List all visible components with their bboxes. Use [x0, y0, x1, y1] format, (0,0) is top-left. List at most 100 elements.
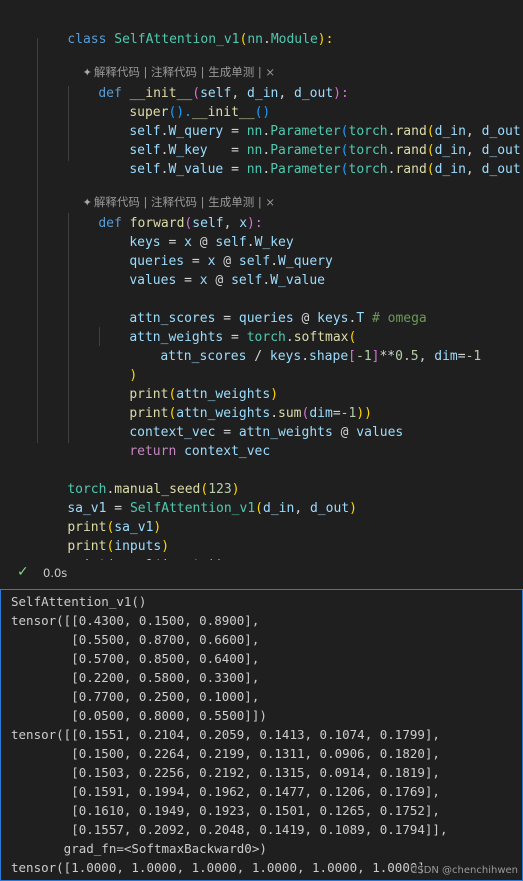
token: torch — [348, 162, 388, 177]
token: ): — [317, 32, 334, 47]
output-line: [0.7700, 0.2500, 0.1000], — [11, 689, 260, 704]
token: -1 — [465, 349, 482, 364]
token: 0.5 — [395, 349, 419, 364]
token: d_out — [294, 86, 334, 101]
token: = — [176, 273, 200, 288]
codelens-bar: ✦ 解释代码 | 注释代码 | 生成单测 | × — [68, 177, 275, 209]
token: # omega — [371, 311, 427, 326]
token: context_vec — [184, 444, 271, 459]
output-line: SelfAttention_v1() — [11, 594, 147, 609]
output-line: grad_fn=<SoftmaxBackward0>) — [11, 841, 267, 856]
code-line-w-value[interactable]: self.W_value = nn.Parameter(torch.rand(d… — [98, 141, 523, 177]
token: d_out — [481, 162, 521, 177]
token: = — [223, 162, 247, 177]
token: keys — [269, 349, 302, 364]
token: values — [129, 273, 177, 288]
token: . — [301, 349, 310, 364]
output-line: [0.1610, 0.1949, 0.1923, 0.1501, 0.1265,… — [11, 803, 440, 818]
code-line-attn-weights[interactable]: attn_weights = torch.softmax( — [98, 309, 356, 345]
token: @ — [332, 425, 357, 440]
token: self — [129, 162, 161, 177]
token: . — [263, 32, 271, 47]
code-line-class-def[interactable]: class SelfAttention_v1(nn.Module): — [36, 11, 333, 47]
cell-status-bar: ✓ 0.0s — [0, 560, 523, 588]
token: values — [356, 425, 404, 440]
code-editor[interactable]: class SelfAttention_v1(nn.Module): ✦ 解释代码… — [0, 0, 523, 573]
code-line-context[interactable]: context_vec = attn_weights @ values — [98, 404, 403, 440]
code-line-forward-def[interactable]: def forward(self, x): — [67, 195, 262, 231]
token: SelfAttention_v1 — [114, 32, 240, 47]
token: = — [457, 349, 466, 364]
token: Parameter — [270, 162, 341, 177]
token: -1 — [356, 349, 372, 364]
output-line: [0.0500, 0.8000, 0.5500]]) — [11, 708, 267, 723]
token: nn — [247, 32, 263, 47]
token: return — [129, 444, 185, 459]
token: dim — [434, 349, 458, 364]
code-line-sa-instance[interactable]: sa_v1 = SelfAttention_v1(d_in, d_out) — [36, 480, 357, 516]
token: / — [246, 349, 270, 364]
token: ( — [255, 501, 263, 516]
codelens-bar: ✦ 解释代码 | 注释代码 | 生成单测 | × — [68, 47, 275, 79]
code-line-close-paren[interactable]: ) — [98, 347, 137, 383]
output-line: tensor([[0.1551, 0.2104, 0.2059, 0.1413,… — [11, 727, 440, 742]
token: rand — [395, 162, 427, 177]
token: d_in — [434, 162, 466, 177]
code-line-print-sum[interactable]: print(attn_weights.sum(dim=-1)) — [98, 385, 372, 421]
token: [ — [348, 349, 356, 364]
code-line-print-call[interactable]: print(sa_v1(inputs)) — [36, 537, 224, 573]
codelens-close-button[interactable]: × — [265, 195, 275, 209]
token: self — [231, 273, 263, 288]
token: , — [418, 349, 435, 364]
output-line: [0.5500, 0.8700, 0.6600], — [11, 632, 260, 647]
watermark: CSDN @chenchihwen — [410, 865, 518, 876]
code-line-print-sa[interactable]: print(sa_v1) — [36, 499, 161, 535]
token: ): — [333, 86, 349, 101]
indent-guide — [37, 38, 38, 443]
code-line-w-query[interactable]: self.W_query = nn.Parameter(torch.rand(d… — [98, 103, 523, 139]
token: , — [465, 162, 482, 177]
execution-time: 0.0s — [43, 566, 68, 580]
token: ) — [349, 501, 357, 516]
token: nn — [246, 162, 263, 177]
code-line-values[interactable]: values = x @ self.W_value — [98, 252, 325, 288]
output-line: [0.1500, 0.2264, 0.2199, 0.1311, 0.0906,… — [11, 746, 440, 761]
code-line-super[interactable]: super().__init__() — [98, 84, 270, 120]
token: ( — [340, 162, 349, 177]
code-line-w-key[interactable]: self.W_key = nn.Parameter(torch.rand(d_i… — [98, 122, 523, 158]
token: W_value — [168, 162, 224, 177]
output-line: tensor([[0.4300, 0.1500, 0.8900], — [11, 613, 260, 628]
output-line: tensor([1.0000, 1.0000, 1.0000, 1.0000, … — [11, 860, 425, 875]
token: W_value — [270, 273, 326, 288]
output-line: [0.1557, 0.2092, 0.2048, 0.1419, 0.1089,… — [11, 822, 448, 837]
token: , — [278, 86, 295, 101]
token: shape — [309, 349, 349, 364]
code-line-attn-scores[interactable]: attn_scores = queries @ keys.T # omega — [98, 290, 426, 326]
token: Module — [270, 32, 318, 47]
code-line-keys[interactable]: keys = x @ self.W_key — [98, 214, 293, 250]
token: x — [199, 273, 208, 288]
output-line: [0.1591, 0.1994, 0.1962, 0.1477, 0.1206,… — [11, 784, 440, 799]
code-line-return[interactable]: return context_vec — [98, 423, 270, 459]
code-line-init-def[interactable]: def __init__(self, d_in, d_out): — [67, 65, 349, 101]
token: class — [67, 32, 115, 47]
check-icon: ✓ — [17, 564, 29, 580]
code-line-queries[interactable]: queries = x @ self.W_query — [98, 233, 333, 269]
token: ( — [426, 162, 435, 177]
token: T — [356, 311, 365, 326]
token: @ — [207, 273, 232, 288]
token: , — [294, 501, 310, 516]
output-line: [0.1503, 0.2256, 0.2192, 0.1315, 0.0914,… — [11, 765, 440, 780]
token: attn_scores — [160, 349, 247, 364]
code-line-print-weights[interactable]: print(attn_weights) — [98, 366, 278, 402]
code-line-print-inputs[interactable]: print(inputs) — [36, 518, 169, 554]
output-line: [0.2200, 0.5800, 0.3300], — [11, 670, 260, 685]
code-line-seed[interactable]: torch.manual_seed(123) — [36, 461, 239, 497]
cell-output[interactable]: SelfAttention_v1() tensor([[0.4300, 0.15… — [0, 589, 523, 881]
token: d_in — [263, 501, 295, 516]
token: ** — [379, 349, 396, 364]
output-line: [0.5700, 0.8500, 0.6400], — [11, 651, 260, 666]
token: d_out — [309, 501, 350, 516]
code-line-softmax-arg[interactable]: attn_scores / keys.shape[-1]**0.5, dim=-… — [129, 328, 481, 364]
